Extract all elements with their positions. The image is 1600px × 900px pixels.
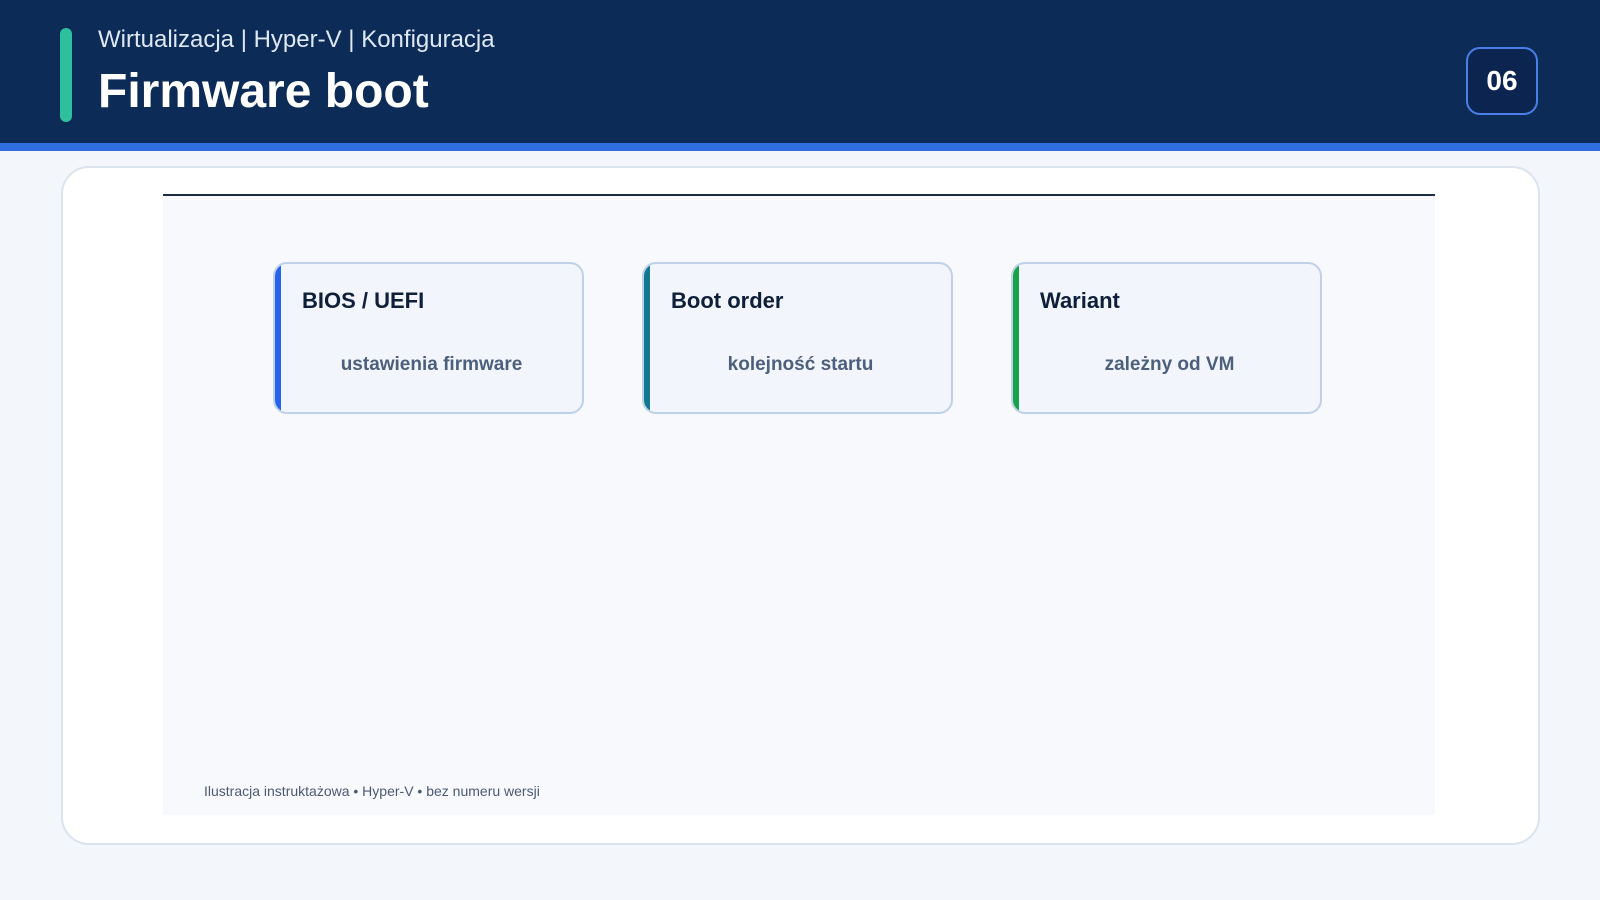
card-subtitle: zależny od VM bbox=[1104, 354, 1235, 375]
footnote: Ilustracja instruktażowa • Hyper-V • bez… bbox=[204, 783, 540, 799]
card-subtitle: ustawienia firmware bbox=[340, 354, 523, 375]
card-bios-uefi: BIOS / UEFI ustawienia firmware bbox=[273, 262, 584, 414]
card-title: Boot order bbox=[671, 288, 784, 313]
slide-number-badge: 06 bbox=[1466, 47, 1538, 115]
header-bar: Wirtualizacja | Hyper-V | Konfiguracja F… bbox=[0, 0, 1600, 151]
card-accent-bar bbox=[275, 264, 281, 412]
card-subtitle: kolejność startu bbox=[727, 354, 874, 375]
page-title: Firmware boot bbox=[98, 65, 429, 118]
card-accent-bar bbox=[644, 264, 650, 412]
card-title: BIOS / UEFI bbox=[302, 288, 425, 313]
card-wariant: Wariant zależny od VM bbox=[1011, 262, 1322, 414]
card-title: Wariant bbox=[1040, 288, 1120, 313]
card-boot-order: Boot order kolejność startu bbox=[642, 262, 953, 414]
card-accent-bar bbox=[1013, 264, 1019, 412]
breadcrumb: Wirtualizacja | Hyper-V | Konfiguracja bbox=[98, 26, 495, 53]
header-accent-bar bbox=[60, 28, 72, 122]
